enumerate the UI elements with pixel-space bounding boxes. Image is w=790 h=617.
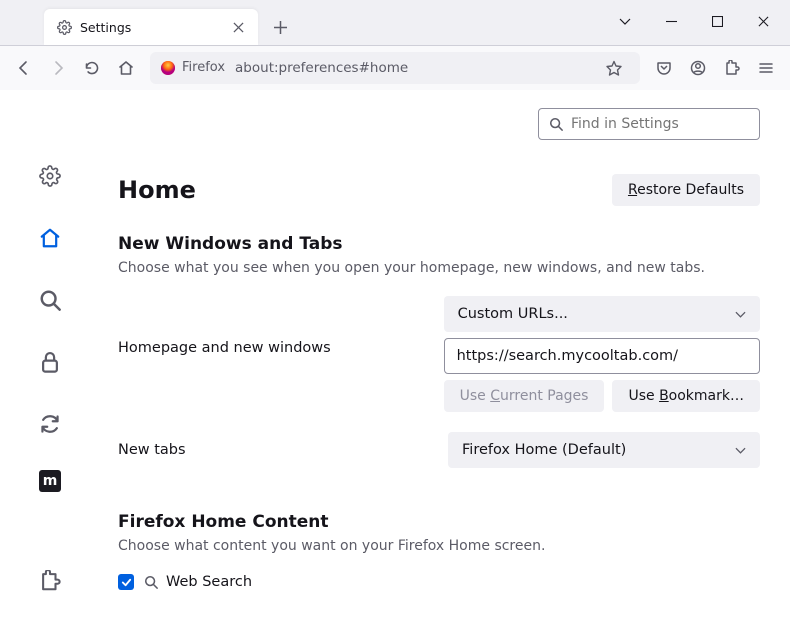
app-menu-button[interactable] <box>750 52 782 84</box>
chevron-down-icon <box>735 306 746 322</box>
newtabs-select[interactable]: Firefox Home (Default) <box>448 432 760 468</box>
section-title: Firefox Home Content <box>118 512 760 532</box>
use-bookmark-button[interactable]: Use Bookmark… <box>612 380 760 412</box>
restore-defaults-button[interactable]: Restore Defaults <box>612 174 760 206</box>
homepage-label: Homepage and new windows <box>118 296 444 356</box>
extensions-button[interactable] <box>716 52 748 84</box>
window-controls <box>602 5 790 37</box>
url-text: about:preferences#home <box>235 60 408 76</box>
section-new-windows-tabs: New Windows and Tabs Choose what you see… <box>118 234 760 468</box>
bookmark-star-button[interactable] <box>598 52 630 84</box>
back-button[interactable] <box>8 52 40 84</box>
pocket-button[interactable] <box>648 52 680 84</box>
sidebar-item-privacy[interactable] <box>34 346 66 378</box>
settings-content: Home Restore Defaults New Windows and Ta… <box>100 90 790 617</box>
find-in-settings[interactable] <box>538 108 760 140</box>
close-window-button[interactable] <box>740 5 786 37</box>
newtabs-label: New tabs <box>118 442 448 458</box>
tab-dropdown-button[interactable] <box>602 5 648 37</box>
settings-sidebar: m <box>0 90 100 617</box>
search-icon <box>39 289 61 311</box>
sync-icon <box>39 413 61 435</box>
new-tab-button[interactable] <box>266 13 294 41</box>
web-search-option[interactable]: Web Search <box>118 574 760 590</box>
find-in-settings-input[interactable] <box>571 116 749 132</box>
homepage-url-input[interactable] <box>444 338 760 374</box>
minimize-button[interactable] <box>648 5 694 37</box>
section-desc: Choose what content you want on your Fir… <box>118 538 760 554</box>
sidebar-item-home[interactable] <box>34 222 66 254</box>
section-desc: Choose what you see when you open your h… <box>118 260 760 276</box>
sidebar-item-general[interactable] <box>34 160 66 192</box>
web-search-checkbox[interactable] <box>118 574 134 590</box>
sidebar-item-search[interactable] <box>34 284 66 316</box>
browser-tab[interactable]: Settings <box>44 9 258 45</box>
chevron-down-icon <box>735 442 746 458</box>
firefox-logo-icon <box>160 60 176 76</box>
identity-label: Firefox <box>182 60 225 75</box>
use-current-pages-button[interactable]: Use Current Pages <box>444 380 605 412</box>
web-search-label: Web Search <box>144 574 252 590</box>
forward-button[interactable] <box>42 52 74 84</box>
navigation-toolbar: Firefox about:preferences#home <box>0 46 790 90</box>
sidebar-item-sync[interactable] <box>34 408 66 440</box>
select-value: Custom URLs... <box>458 306 568 322</box>
search-icon <box>549 117 563 131</box>
site-identity[interactable]: Firefox <box>160 60 225 76</box>
sidebar-item-extensions[interactable] <box>34 565 66 597</box>
section-title: New Windows and Tabs <box>118 234 760 254</box>
maximize-button[interactable] <box>694 5 740 37</box>
puzzle-icon <box>39 570 61 592</box>
tab-title: Settings <box>80 20 228 35</box>
home-icon <box>39 227 61 249</box>
section-firefox-home-content: Firefox Home Content Choose what content… <box>118 512 760 590</box>
main-area: m Home Restore Defaults New Windows and … <box>0 90 790 617</box>
home-button[interactable] <box>110 52 142 84</box>
window-titlebar: Settings <box>0 0 790 46</box>
account-button[interactable] <box>682 52 714 84</box>
reload-button[interactable] <box>76 52 108 84</box>
gear-icon <box>39 165 61 187</box>
lock-icon <box>39 351 61 373</box>
address-bar[interactable]: Firefox about:preferences#home <box>150 52 640 84</box>
sidebar-item-more-mozilla[interactable]: m <box>39 470 61 492</box>
homepage-mode-select[interactable]: Custom URLs... <box>444 296 760 332</box>
close-tab-button[interactable] <box>228 17 248 37</box>
gear-icon <box>56 19 72 35</box>
select-value: Firefox Home (Default) <box>462 442 626 458</box>
page-title: Home <box>118 176 196 204</box>
mozilla-icon: m <box>43 473 58 489</box>
search-icon <box>144 575 158 589</box>
